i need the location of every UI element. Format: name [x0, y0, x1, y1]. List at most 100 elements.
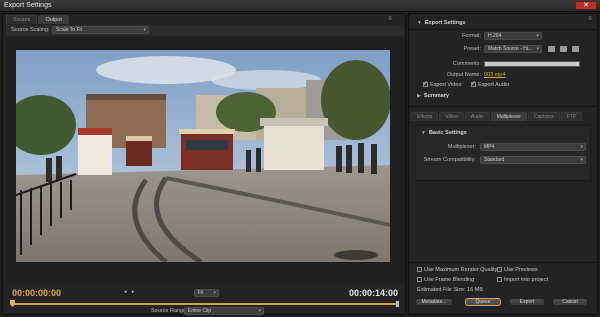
use-previews-checkbox[interactable]: Use Previews — [497, 267, 538, 273]
cancel-button[interactable]: Cancel — [552, 298, 588, 306]
save-preset-icon[interactable] — [548, 46, 555, 52]
file-size-value: 16 MB — [467, 287, 484, 293]
source-scaling-dropdown[interactable]: Scale To Fit ▾ — [52, 26, 149, 34]
import-into-project-label: Import into project — [504, 277, 549, 283]
tab-audio[interactable]: Audio — [464, 112, 490, 121]
source-range-value: Entire Clip — [188, 308, 212, 314]
source-output-panel: Source Output ≡ Source Scaling: Scale To… — [2, 13, 406, 315]
multiplexer-value: MP4 — [484, 144, 495, 150]
dropdown-arrow-icon: ▾ — [258, 308, 261, 314]
basic-settings-group: ▼ Basic Settings Multiplexer: MP4 ▾ Strea… — [415, 125, 591, 181]
checkbox-icon — [417, 277, 422, 282]
export-audio-checkbox[interactable]: Export Audio — [471, 80, 510, 88]
dropdown-arrow-icon: ▾ — [536, 33, 539, 39]
tab-output[interactable]: Output — [38, 15, 69, 24]
tab-video[interactable]: Video — [439, 112, 464, 121]
dropdown-arrow-icon: ▾ — [213, 290, 216, 296]
comments-label: Comments: — [452, 61, 481, 67]
queue-button[interactable]: Queue — [465, 298, 501, 306]
frame-blending-checkbox[interactable]: Use Frame Blending — [417, 277, 474, 283]
window-title: Export Settings — [4, 2, 52, 9]
import-into-project-checkbox[interactable]: Import into project — [497, 277, 548, 283]
dropdown-arrow-icon: ▾ — [536, 46, 539, 52]
output-name-label: Output Name: — [446, 72, 481, 78]
checkbox-icon — [417, 267, 422, 272]
comments-input[interactable] — [484, 61, 580, 67]
collapse-triangle-icon: ▼ — [417, 20, 422, 26]
multiplexer-label: Multiplexer: — [447, 144, 476, 150]
divider — [409, 106, 597, 107]
divider — [409, 29, 597, 30]
summary-title: Summary — [423, 93, 449, 99]
zoom-level-value: Fit — [198, 290, 204, 296]
export-video-checkbox[interactable]: Export Video — [423, 80, 462, 88]
collapse-triangle-icon: ▼ — [421, 130, 426, 136]
source-range-label: Source Range: — [151, 308, 188, 314]
export-settings-panel: ≡ ▼ Export Settings Format: H.264 ▾ Prese… — [408, 13, 598, 315]
output-name-link[interactable]: 003.mp4 — [484, 72, 505, 78]
export-settings-header[interactable]: ▼ Export Settings — [417, 20, 466, 26]
in-out-marker-buttons[interactable]: ◂ ▸ — [124, 289, 136, 295]
export-audio-label: Export Audio — [478, 82, 510, 88]
frame-blending-label: Use Frame Blending — [424, 277, 475, 283]
format-value: H.264 — [488, 33, 502, 39]
preset-value: Match Source - Hi... — [488, 46, 533, 52]
panel-menu-icon[interactable]: ≡ — [385, 15, 395, 23]
playhead[interactable] — [10, 300, 15, 307]
checkbox-icon — [497, 277, 502, 282]
max-render-quality-checkbox[interactable]: Use Maximum Render Quality — [417, 267, 497, 273]
multiplexer-dropdown[interactable]: MP4 ▾ — [480, 143, 586, 151]
export-video-label: Export Video — [430, 82, 462, 88]
timeline-track[interactable] — [10, 300, 399, 307]
source-scaling-value: Scale To Fit — [56, 27, 83, 33]
checkbox-checked-icon — [423, 80, 428, 87]
source-range-row: Source Range: Entire Clip ▾ — [6, 307, 404, 315]
estimated-file-size: Estimated File Size: 16 MB — [417, 287, 483, 293]
tab-source[interactable]: Source — [6, 15, 38, 24]
tab-ftp[interactable]: FTP — [560, 112, 583, 121]
delete-preset-icon[interactable] — [572, 46, 579, 52]
file-size-label: Estimated File Size: — [417, 287, 466, 293]
work-area-bar[interactable] — [12, 303, 398, 305]
in-timecode[interactable]: 00:00:00:00 — [12, 288, 61, 298]
divider — [409, 262, 597, 263]
tab-multiplexer[interactable]: Multiplexer — [490, 112, 527, 121]
tab-captions[interactable]: Captions — [527, 112, 560, 121]
source-scaling-row: Source Scaling: Scale To Fit ▾ — [6, 25, 404, 36]
zoom-level-dropdown[interactable]: Fit ▾ — [194, 289, 219, 297]
import-preset-icon[interactable] — [560, 46, 567, 52]
source-range-dropdown[interactable]: Entire Clip ▾ — [184, 307, 264, 315]
dropdown-arrow-icon: ▾ — [580, 157, 583, 163]
metadata-button[interactable]: Metadata... — [415, 298, 453, 306]
export-button[interactable]: Export — [509, 298, 545, 306]
render-options: Use Maximum Render Quality Use Previews … — [409, 262, 597, 316]
stream-compatibility-dropdown[interactable]: Standard ▾ — [480, 156, 586, 164]
timeline-bar: 00:00:00:00 ◂ ▸ Fit ▾ 00:00:14:00 Source… — [6, 284, 404, 315]
format-dropdown[interactable]: H.264 ▾ — [484, 32, 542, 40]
summary-header[interactable]: ▶ Summary — [417, 93, 449, 99]
format-label: Format: — [462, 33, 481, 39]
dropdown-arrow-icon: ▾ — [580, 144, 583, 150]
basic-settings-title: Basic Settings — [428, 130, 467, 136]
out-timecode[interactable]: 00:00:14:00 — [349, 288, 398, 298]
basic-settings-header[interactable]: ▼ Basic Settings — [421, 130, 467, 136]
source-output-tabs: Source Output — [6, 15, 69, 24]
close-button[interactable]: ✕ — [575, 1, 597, 10]
video-frame-image — [16, 50, 390, 262]
preview-area — [6, 37, 404, 283]
stream-compatibility-value: Standard — [484, 157, 505, 163]
tab-effects[interactable]: Effects — [411, 112, 439, 121]
max-render-quality-label: Use Maximum Render Quality — [424, 267, 498, 273]
settings-tabs: Effects Video Audio Multiplexer Captions… — [411, 112, 597, 121]
dropdown-arrow-icon: ▾ — [143, 27, 146, 33]
use-previews-label: Use Previews — [504, 267, 538, 273]
stream-compatibility-label: Stream Compatibility: — [423, 157, 476, 163]
checkbox-checked-icon — [471, 80, 476, 87]
source-scaling-label: Source Scaling: — [11, 27, 50, 33]
export-settings-title: Export Settings — [424, 20, 466, 26]
video-preview[interactable] — [16, 50, 390, 262]
expand-triangle-icon: ▶ — [417, 93, 421, 99]
preset-dropdown[interactable]: Match Source - Hi... ▾ — [484, 45, 542, 53]
preset-label: Preset: — [463, 46, 481, 52]
panel-menu-icon[interactable]: ≡ — [585, 15, 595, 23]
